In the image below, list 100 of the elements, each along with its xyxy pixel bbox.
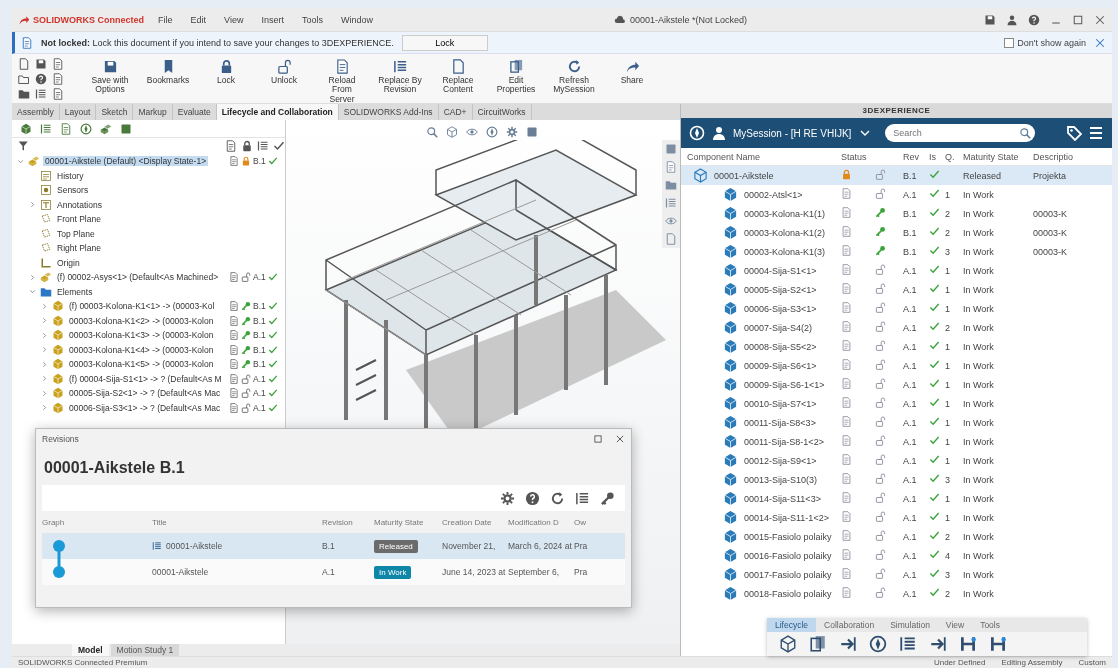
- component-row[interactable]: 00007-Sija-S4(2) A.1 2 In Work: [681, 318, 1112, 337]
- component-row[interactable]: 00003-Kolona-K1(3) B.1 3 In Work 00003-K: [681, 242, 1112, 261]
- tree-item[interactable]: Sensors: [55, 185, 91, 196]
- menu-item[interactable]: Tools: [297, 12, 327, 27]
- maximize-icon[interactable]: [1072, 13, 1084, 26]
- menu-item[interactable]: File: [154, 12, 177, 27]
- hierarchy-icon[interactable]: [959, 635, 977, 653]
- close-icon[interactable]: [1094, 13, 1106, 26]
- component-row[interactable]: 00002-Atsl<1> A.1 1 In Work: [681, 185, 1112, 204]
- tree-tool-icon[interactable]: [100, 122, 112, 135]
- search-field[interactable]: Search: [885, 124, 1036, 142]
- column-header[interactable]: Is: [929, 151, 936, 162]
- tree-item[interactable]: 00003-Kolona-K1<5> -> (00003-Kolon: [67, 359, 216, 370]
- tree-tool-icon[interactable]: [20, 122, 32, 135]
- square-icon[interactable]: [526, 126, 538, 138]
- tree-item[interactable]: 00003-Kolona-K1<3> -> (00003-Kolon: [67, 330, 216, 341]
- filter-icon[interactable]: [18, 140, 30, 152]
- component-row[interactable]: 00015-Fasiolo polaiky A.1 2 In Work: [681, 527, 1112, 546]
- component-row[interactable]: 00009-Sija-S6<1> A.1 1 In Work: [681, 356, 1112, 375]
- column-header[interactable]: Status: [841, 151, 867, 162]
- refresh-icon[interactable]: [550, 490, 565, 506]
- ribbon-button[interactable]: Share: [606, 58, 658, 87]
- component-row[interactable]: 00008-Sija-S5<2> A.1 1 In Work: [681, 337, 1112, 356]
- column-header[interactable]: Maturity State: [963, 151, 1019, 162]
- tree-item[interactable]: Elements: [55, 286, 95, 297]
- component-row[interactable]: 00014-Sija-S11-1<2> A.1 1 In Work: [681, 508, 1112, 527]
- list-icon[interactable]: [899, 635, 917, 653]
- component-row[interactable]: 00001-Aikstele B.1 Released Projekta: [681, 166, 1112, 185]
- component-row[interactable]: 00005-Sija-S2<1> A.1 1 In Work: [681, 280, 1112, 299]
- task-pane-icon[interactable]: [665, 143, 677, 155]
- toolbar-tab[interactable]: Lifecycle: [767, 618, 817, 632]
- component-row[interactable]: 00003-Kolona-K1(2) B.1 2 In Work 00003-K: [681, 223, 1112, 242]
- column-header[interactable]: Component Name: [681, 151, 761, 162]
- component-row[interactable]: 00004-Sija-S1<1> A.1 1 In Work: [681, 261, 1112, 280]
- zoom-icon[interactable]: [426, 126, 438, 138]
- menu-item[interactable]: Window: [336, 12, 377, 27]
- toolbar-icon[interactable]: [52, 73, 64, 85]
- column-header[interactable]: Q.: [945, 151, 955, 162]
- checkbox[interactable]: [1004, 37, 1015, 48]
- tree-tool-icon[interactable]: [60, 122, 72, 135]
- help-icon[interactable]: [1028, 13, 1040, 26]
- tree-item[interactable]: Annotations: [55, 199, 104, 210]
- column-header[interactable]: Descriptio: [1033, 151, 1073, 162]
- toolbar-icon[interactable]: [35, 58, 47, 70]
- tree-item[interactable]: (f) 00004-Sija-S1<1> -> ? (Default<As M: [67, 373, 224, 384]
- close-icon[interactable]: [615, 434, 625, 444]
- compass-icon[interactable]: [869, 635, 887, 653]
- toolbar-icon[interactable]: [18, 58, 30, 70]
- ribbon-button[interactable]: Unlock: [258, 58, 310, 87]
- toolbar-tab[interactable]: Simulation: [882, 618, 938, 632]
- settings-icon[interactable]: [500, 490, 515, 506]
- menu-item[interactable]: Insert: [257, 12, 288, 27]
- hierarchy-icon[interactable]: [989, 635, 1007, 653]
- ribbon-button[interactable]: Replace By Revision: [374, 58, 426, 96]
- ribbon-button[interactable]: Refresh MySession: [548, 58, 600, 96]
- component-row[interactable]: 00011-Sija-S8<3> A.1 1 In Work: [681, 413, 1112, 432]
- command-tab[interactable]: Lifecycle and Collaboration: [216, 104, 339, 120]
- lock-button[interactable]: Lock: [401, 34, 488, 51]
- tree-item[interactable]: (f) 00002-Asys<1> (Default<As Machined>: [55, 272, 221, 283]
- revision-row[interactable]: 00001-Aikstele B.1 Released November 21, March 6, 2024 at Pra: [42, 533, 625, 559]
- toolbar-icon[interactable]: [18, 73, 30, 85]
- key-icon[interactable]: [600, 490, 615, 506]
- ribbon-button[interactable]: Reload From Server: [316, 58, 368, 106]
- revision-row[interactable]: 00001-Aikstele A.1 In Work June 14, 2023 at September 6, Pra: [42, 559, 625, 585]
- menu-icon[interactable]: [1088, 125, 1104, 141]
- close-icon[interactable]: [1094, 36, 1106, 49]
- column-header[interactable]: Ow: [574, 517, 625, 527]
- tree-item[interactable]: Front Plane: [55, 214, 103, 225]
- model-tab[interactable]: Motion Study 1: [110, 644, 180, 656]
- cube-icon[interactable]: [446, 126, 458, 138]
- tree-item[interactable]: Top Plane: [55, 228, 97, 239]
- tree-item[interactable]: (f) 00003-Kolona-K1<1> -> (00003-Kol: [67, 301, 217, 312]
- toolbar-icon[interactable]: [35, 73, 47, 85]
- tree-tool-icon[interactable]: [80, 122, 92, 135]
- person-icon[interactable]: [1006, 13, 1018, 26]
- help-icon[interactable]: [525, 490, 540, 506]
- component-row[interactable]: 00006-Sija-S3<1> A.1 1 In Work: [681, 299, 1112, 318]
- component-row[interactable]: 00017-Fasiolo polaiky A.1 3 In Work: [681, 565, 1112, 584]
- tree-item[interactable]: Origin: [55, 257, 82, 268]
- task-pane-icon[interactable]: [665, 179, 677, 191]
- tree-tool-icon[interactable]: [40, 122, 52, 135]
- component-row[interactable]: 00009-Sija-S6-1<1> A.1 1 In Work: [681, 375, 1112, 394]
- component-row[interactable]: 00013-Sija-S10(3) A.1 3 In Work: [681, 470, 1112, 489]
- toolbar-tab[interactable]: View: [937, 618, 973, 632]
- component-row[interactable]: 00016-Fasiolo polaiky A.1 4 In Work: [681, 546, 1112, 565]
- tree-item[interactable]: History: [55, 170, 86, 181]
- component-row[interactable]: 00012-Sija-S9<1> A.1 1 In Work: [681, 451, 1112, 470]
- compass-icon[interactable]: [486, 126, 498, 138]
- ribbon-button[interactable]: Edit Properties: [490, 58, 542, 96]
- ribbon-button[interactable]: Bookmarks: [142, 58, 194, 87]
- menu-item[interactable]: View: [220, 12, 248, 27]
- tree-item[interactable]: Right Plane: [55, 243, 103, 254]
- ribbon-button[interactable]: Save with Options: [84, 58, 136, 96]
- ribbon-button[interactable]: Replace Content: [432, 58, 484, 96]
- component-row[interactable]: 00011-Sija-S8-1<2> A.1 1 In Work: [681, 432, 1112, 451]
- model-tab[interactable]: Model: [72, 644, 109, 656]
- pages-icon[interactable]: [809, 635, 827, 653]
- arrow-icon[interactable]: [839, 635, 857, 653]
- component-row[interactable]: 00010-Sija-S7<1> A.1 1 In Work: [681, 394, 1112, 413]
- column-header[interactable]: Maturity State: [374, 517, 442, 527]
